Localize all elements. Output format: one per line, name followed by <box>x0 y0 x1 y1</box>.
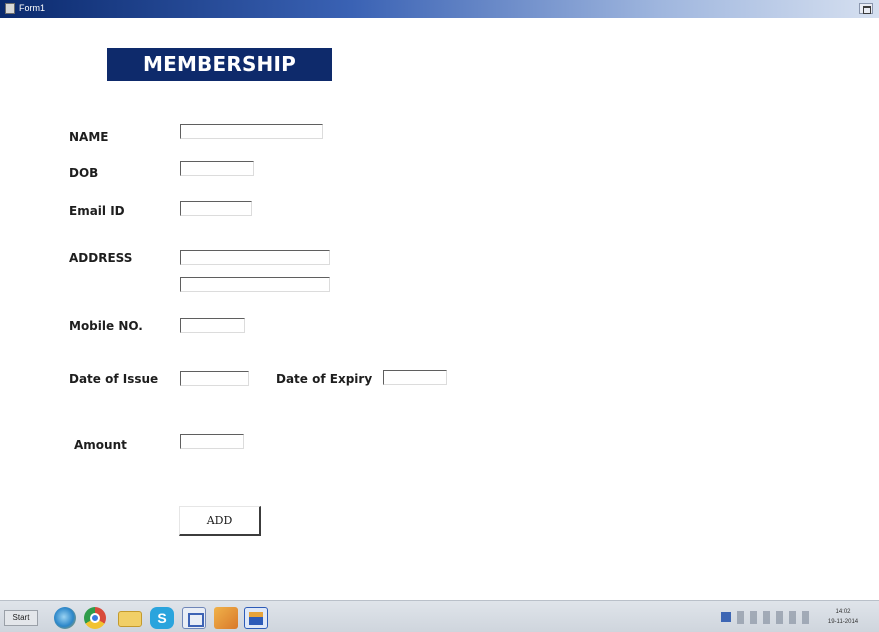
folder-icon[interactable] <box>118 611 142 627</box>
system-tray: 14:02 19-11-2014 <box>721 607 871 629</box>
date-of-expiry-input[interactable] <box>383 370 447 385</box>
date-of-issue-input[interactable] <box>180 371 249 386</box>
date-of-issue-label: Date of Issue <box>69 372 159 386</box>
date-of-expiry-label: Date of Expiry <box>276 372 373 386</box>
window-title: Form1 <box>19 3 46 13</box>
email-label: Email ID <box>69 204 125 218</box>
start-button[interactable]: Start <box>4 610 38 626</box>
restore-window-button[interactable] <box>859 3 873 14</box>
address-line1-input[interactable] <box>180 250 330 265</box>
tray-icons[interactable] <box>737 611 813 624</box>
chrome-icon[interactable] <box>84 607 106 629</box>
name-input[interactable] <box>180 124 323 139</box>
add-button[interactable]: ADD <box>179 506 261 536</box>
form-heading: MEMBERSHIP FORM <box>107 48 332 109</box>
internet-explorer-icon[interactable] <box>54 607 76 629</box>
address-line2-input[interactable] <box>180 277 330 292</box>
dob-input[interactable] <box>180 161 254 176</box>
language-icon[interactable] <box>721 612 731 622</box>
mobile-input[interactable] <box>180 318 245 333</box>
clock[interactable]: 14:02 19-11-2014 <box>819 607 867 629</box>
window-title-bar[interactable]: Form1 <box>0 0 879 18</box>
app-icon <box>5 3 15 14</box>
dob-label: DOB <box>69 166 99 180</box>
amount-input[interactable] <box>180 434 244 449</box>
mobile-label: Mobile NO. <box>69 319 143 333</box>
clock-date: 19-11-2014 <box>827 619 859 625</box>
clock-time: 14:02 <box>835 609 851 615</box>
media-player-icon[interactable] <box>214 607 238 629</box>
visual-studio-icon[interactable] <box>182 607 206 629</box>
skype-icon[interactable] <box>150 607 174 629</box>
email-input[interactable] <box>180 201 252 216</box>
amount-label: Amount <box>74 438 127 452</box>
name-label: NAME <box>69 130 109 144</box>
address-label: ADDRESS <box>69 251 133 265</box>
taskbar: Start 14:02 19-11-2014 <box>0 600 879 632</box>
word-icon[interactable] <box>244 607 268 629</box>
